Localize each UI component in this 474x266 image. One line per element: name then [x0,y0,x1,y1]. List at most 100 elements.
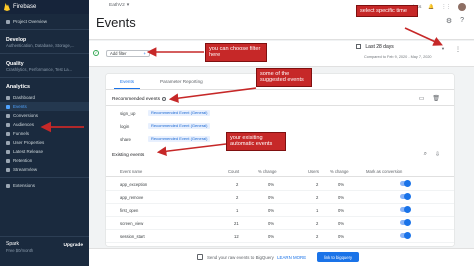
sidebar-item-label: Retention [13,158,33,163]
event-count: 2 [236,182,239,187]
tab-parameter-reporting[interactable]: Parameter Reporting [154,74,209,89]
dashboard-icon [6,95,10,100]
conversion-toggle[interactable] [400,219,411,226]
develop-subtitle: Authentication, Database, Storage,... [6,43,75,48]
event-users-change: 0% [338,195,345,200]
chevron-down-icon: ▾ [126,3,130,8]
project-selector[interactable]: EathV2 ▾ [109,3,129,8]
calendar-icon [356,44,361,50]
people-icon [6,122,10,127]
avatar[interactable] [458,3,466,11]
notifications-icon[interactable]: 🔔 [428,5,434,10]
recommended-actions: ▭ 🗑 [419,95,440,102]
tab-events[interactable]: Events [114,74,141,89]
page-title: Events [96,15,136,30]
sidebar-item-dashboard[interactable]: Dashboard [0,93,89,102]
column-users[interactable]: Users [308,169,319,174]
sidebar-item-funnels[interactable]: Funnels [0,129,89,138]
add-filter-button[interactable]: Add filter + [106,50,150,57]
column-count-change[interactable]: % change [258,169,277,174]
learn-more-link[interactable]: LEARN MORE [277,255,306,260]
develop-section[interactable]: Develop [0,33,89,43]
check-circle-icon: ✓ [93,50,99,56]
plus-icon: + [143,51,146,56]
recommended-events-title: Recommended events [112,96,160,102]
bigquery-icon [197,254,203,260]
event-count: 2 [236,195,239,200]
person-icon [6,140,10,145]
firebase-logo-icon [4,3,10,11]
event-users: 2 [316,234,319,239]
table-row[interactable]: first_open 1 0% 1 0% [106,204,454,217]
quality-section[interactable]: Quality [0,57,89,67]
sidebar-item-streamview[interactable]: StreamView [0,165,89,174]
flag-icon [6,113,10,118]
add-filter-label: Add filter [110,51,127,56]
sidebar-item-audiences[interactable]: Audiences [0,120,89,129]
event-count: 12 [234,234,239,239]
event-count-change: 0% [268,195,275,200]
annotation-filter: you can choose filter here [205,43,267,62]
conversion-toggle[interactable] [400,232,411,239]
recommended-row[interactable]: login Recommended Event (General) [106,121,454,132]
event-name: screen_view [120,221,144,226]
project-overview-link[interactable]: Project Overview [0,17,89,26]
plan-price: Free $0/month [6,248,34,253]
conversion-toggle[interactable] [400,206,411,213]
sidebar-item-extensions[interactable]: Extensions [0,181,89,190]
sidebar-item-events[interactable]: Events [0,102,89,111]
help-icon[interactable] [162,97,166,101]
existing-actions: ⌕ ⇩ [424,151,440,158]
table-header: Event name Count % change Users % change… [106,165,454,177]
recommended-chip: Recommended Event (General) [148,123,211,129]
sidebar-item-user-properties[interactable]: User Properties [0,138,89,147]
sidebar-item-conversions[interactable]: Conversions [0,111,89,120]
upgrade-button[interactable]: Upgrade [64,243,83,248]
recommended-row[interactable]: sign_up Recommended Event (General) [106,108,454,119]
help-icon[interactable]: ? [460,17,464,25]
sidebar-header: Firebase [0,0,89,14]
table-row[interactable]: app_remove 2 0% 2 0% [106,191,454,204]
delete-icon[interactable]: 🗑 [432,95,440,102]
event-name: session_start [120,234,145,239]
event-users: 1 [316,208,319,213]
more-vert-icon[interactable]: ⋮ [455,46,461,53]
event-count: 21 [234,221,239,226]
event-users: 2 [316,195,319,200]
search-icon[interactable]: ⌕ [424,151,427,158]
annotation-suggested: some of the suggested events [256,68,312,87]
chevron-down-icon[interactable]: ▼ [441,46,445,51]
conversion-toggle[interactable] [400,193,411,200]
table-row[interactable]: app_exception 2 0% 2 0% [106,178,454,191]
tune-icon[interactable]: ⚙ [446,17,452,25]
extensions-icon [6,183,10,188]
analytics-section[interactable]: Analytics [0,81,89,93]
annotation-existing: your exisiting automatic events [226,132,286,151]
sidebar-item-retention[interactable]: Retention [0,156,89,165]
sidebar-item-label: Dashboard [13,95,36,100]
bigquery-message: Send your raw events to BigQuery [207,255,274,260]
apps-grid-icon[interactable]: ⋮⋮ [441,5,451,10]
column-event-name[interactable]: Event name [120,169,142,174]
download-icon[interactable]: ⇩ [435,151,440,158]
column-users-change[interactable]: % change [330,169,349,174]
event-count-change: 0% [268,234,275,239]
link-bigquery-button[interactable]: link to bigquery [317,252,359,262]
sidebar-item-latest-release[interactable]: Latest Release [0,147,89,156]
recommended-chip: Recommended Event (General) [148,110,211,116]
recommended-events-header: Recommended events ▭ 🗑 [106,94,454,104]
table-row[interactable]: session_start 12 0% 2 0% [106,230,454,243]
table-row[interactable]: screen_view 21 0% 2 0% [106,217,454,230]
event-name: share [120,137,131,142]
event-name: sign_up [120,111,136,116]
annotation-time: select specific time [356,5,418,18]
event-users-change: 0% [338,221,345,226]
quality-subtitle: Crashlytics, Performance, Test La... [6,67,73,72]
conversion-toggle[interactable] [400,180,411,187]
column-count[interactable]: Count [228,169,239,174]
collapse-icon[interactable]: ▭ [419,95,425,102]
date-range-selector[interactable]: Last 28 days Compared to Feb 9, 2020 - M… [356,44,462,59]
event-users-change: 0% [338,182,345,187]
bigquery-text: Send your raw events to BigQuery LEARN M… [207,255,306,260]
event-count: 1 [236,208,239,213]
